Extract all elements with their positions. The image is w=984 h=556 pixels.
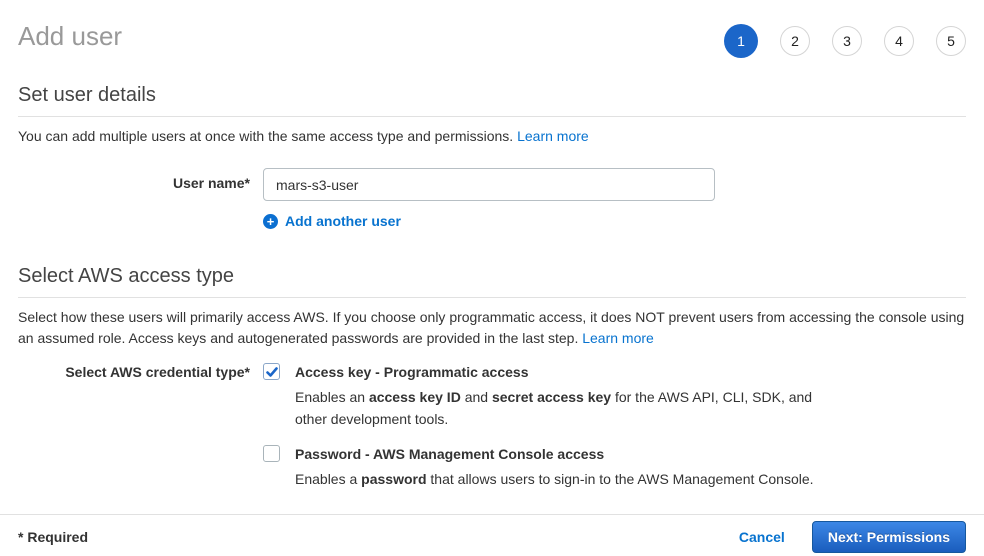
add-another-user-row: + Add another user	[0, 213, 984, 229]
access-type-intro-text: Select how these users will primarily ac…	[18, 309, 964, 346]
learn-more-link-user-details[interactable]: Learn more	[517, 128, 589, 144]
desc-text: and	[461, 389, 492, 405]
desc-bold: access key ID	[369, 389, 461, 405]
page-title: Add user	[18, 18, 122, 54]
user-details-intro: You can add multiple users at once with …	[18, 126, 966, 147]
option-access-key: Access key - Programmatic access Enables…	[263, 363, 847, 430]
username-label: User name*	[18, 168, 250, 201]
section-heading-user-details: Set user details	[18, 84, 966, 117]
access-type-intro: Select how these users will primarily ac…	[18, 307, 966, 349]
plus-circle-icon: +	[263, 214, 278, 229]
credential-options: Access key - Programmatic access Enables…	[263, 363, 847, 490]
password-option-desc: Enables a password that allows users to …	[295, 468, 814, 490]
option-password: Password - AWS Management Console access…	[263, 445, 847, 490]
wizard-footer: * Required Cancel Next: Permissions	[0, 514, 984, 556]
desc-text: Enables a	[295, 471, 361, 487]
desc-text: that allows users to sign-in to the AWS …	[427, 471, 814, 487]
desc-bold: secret access key	[492, 389, 611, 405]
section-heading-access-type: Select AWS access type	[18, 265, 966, 298]
wizard-step-2: 2	[780, 26, 810, 56]
access-key-option-title: Access key - Programmatic access	[295, 363, 847, 382]
credential-type-label: Select AWS credential type*	[18, 363, 250, 490]
username-input[interactable]	[263, 168, 715, 201]
access-key-option-body: Access key - Programmatic access Enables…	[295, 363, 847, 430]
next-permissions-button[interactable]: Next: Permissions	[812, 521, 966, 553]
wizard-step-5: 5	[936, 26, 966, 56]
password-checkbox[interactable]	[263, 445, 280, 462]
password-option-title: Password - AWS Management Console access	[295, 445, 814, 464]
user-details-intro-text: You can add multiple users at once with …	[18, 128, 513, 144]
username-row: User name*	[0, 168, 984, 201]
credential-type-row: Select AWS credential type* Access key -…	[0, 363, 984, 490]
wizard-step-3: 3	[832, 26, 862, 56]
required-note: * Required	[18, 529, 88, 545]
wizard-step-4: 4	[884, 26, 914, 56]
password-option-body: Password - AWS Management Console access…	[295, 445, 814, 490]
footer-actions: Cancel Next: Permissions	[739, 521, 966, 553]
cancel-button[interactable]: Cancel	[739, 529, 785, 545]
desc-text: Enables an	[295, 389, 369, 405]
learn-more-link-access-type[interactable]: Learn more	[582, 330, 654, 346]
username-field-wrap	[263, 168, 715, 201]
check-icon	[266, 366, 278, 378]
wizard-step-1: 1	[724, 24, 758, 58]
access-key-option-desc: Enables an access key ID and secret acce…	[295, 386, 847, 430]
wizard-step-indicator: 1 2 3 4 5	[724, 24, 966, 58]
access-key-checkbox[interactable]	[263, 363, 280, 380]
page-header: Add user 1 2 3 4 5	[0, 0, 984, 58]
desc-bold: password	[361, 471, 426, 487]
add-another-user-button[interactable]: Add another user	[285, 213, 401, 229]
